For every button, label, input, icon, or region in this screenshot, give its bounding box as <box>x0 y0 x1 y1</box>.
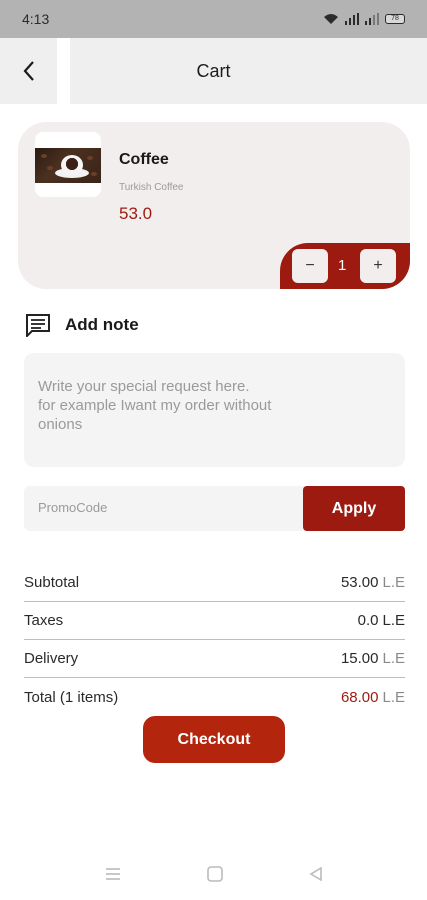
currency-unit: L.E <box>382 650 405 667</box>
battery-icon: 78 <box>385 14 405 24</box>
cart-item-card: Coffee Turkish Coffee 53.0 − 1 + <box>18 122 410 289</box>
signal-icon-2 <box>365 13 379 25</box>
signal-icon <box>345 13 359 25</box>
message-note-icon <box>26 314 50 337</box>
currency-unit: L.E <box>382 574 405 591</box>
wifi-icon <box>324 14 338 24</box>
summary-value: 15.00 <box>340 650 379 667</box>
product-image <box>35 132 101 197</box>
summary-row-taxes: Taxes 0.0 L.E <box>24 602 405 640</box>
total-value: 68.00 <box>340 688 379 706</box>
summary-label: Subtotal <box>24 574 80 591</box>
quantity-stepper: − 1 + <box>280 243 410 289</box>
add-note-header: Add note <box>25 313 139 337</box>
summary-row-delivery: Delivery 15.00 L.E <box>24 640 405 678</box>
title-bar: Cart <box>70 38 427 104</box>
summary-label: Total (1 items) <box>24 688 119 706</box>
system-nav-bar <box>0 848 427 900</box>
header: Cart <box>0 38 427 104</box>
summary-row-subtotal: Subtotal 53.00 L.E <box>24 564 405 602</box>
summary-label: Delivery <box>24 650 79 667</box>
back-nav-icon[interactable] <box>308 866 324 882</box>
status-bar: 4:13 78 <box>0 0 427 38</box>
status-time: 4:13 <box>22 11 50 27</box>
promo-code-input[interactable]: PromoCode <box>38 500 107 515</box>
home-icon[interactable] <box>206 866 224 882</box>
status-icons: 78 <box>323 13 405 25</box>
add-note-label: Add note <box>65 315 139 334</box>
summary-label: Taxes <box>24 612 64 629</box>
currency-unit: L.E <box>382 688 405 706</box>
product-price: 53.0 <box>119 204 153 223</box>
chevron-left-icon <box>23 61 34 81</box>
currency-unit: L.E <box>382 612 405 629</box>
promo-code-field: PromoCode Apply <box>24 486 405 531</box>
summary-value: 53.00 <box>340 574 379 591</box>
apply-promo-button[interactable]: Apply <box>303 486 405 531</box>
quantity-value: 1 <box>338 257 347 274</box>
product-description: Turkish Coffee <box>119 182 184 193</box>
summary-value: 0.0 <box>357 612 379 629</box>
increase-quantity-button[interactable]: + <box>360 249 396 283</box>
order-summary: Subtotal 53.00 L.E Taxes 0.0 L.E Delivery … <box>24 564 405 716</box>
product-name: Coffee <box>119 151 169 168</box>
special-request-textarea[interactable]: Write your special request here. for exa… <box>24 353 405 467</box>
menu-icon[interactable] <box>104 867 122 881</box>
checkout-button[interactable]: Checkout <box>143 716 285 763</box>
page-title: Cart <box>196 60 231 81</box>
summary-row-total: Total (1 items) 68.00 L.E <box>24 678 405 716</box>
back-button[interactable] <box>0 38 57 104</box>
decrease-quantity-button[interactable]: − <box>292 249 328 283</box>
